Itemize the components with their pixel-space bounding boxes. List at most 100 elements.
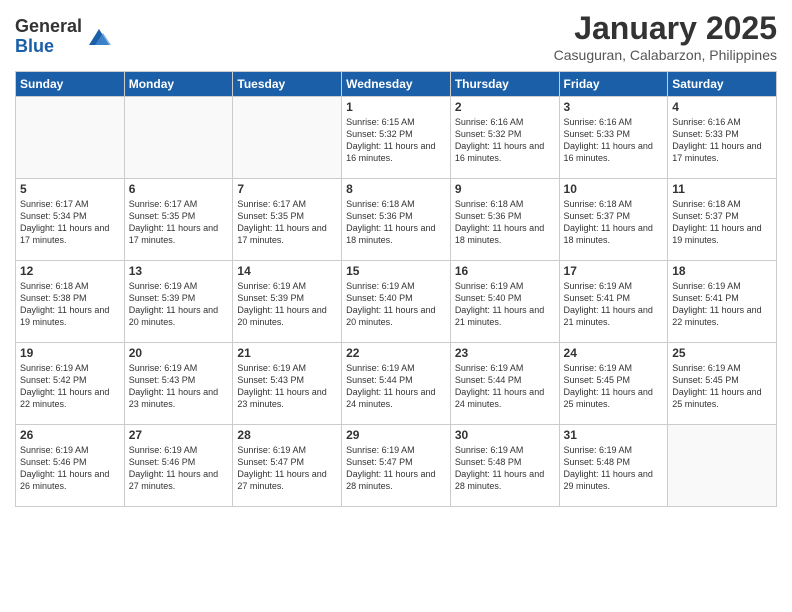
day-cell: 23Sunrise: 6:19 AMSunset: 5:44 PMDayligh… xyxy=(450,343,559,425)
month-title: January 2025 xyxy=(554,10,777,47)
day-number: 8 xyxy=(346,182,446,196)
day-info: Sunrise: 6:17 AMSunset: 5:35 PMDaylight:… xyxy=(237,198,337,247)
day-cell: 12Sunrise: 6:18 AMSunset: 5:38 PMDayligh… xyxy=(16,261,125,343)
day-info: Sunrise: 6:19 AMSunset: 5:41 PMDaylight:… xyxy=(672,280,772,329)
day-number: 14 xyxy=(237,264,337,278)
day-cell: 13 Sunrise: 6:19 AMSunset: 5:39 PMDayligh… xyxy=(124,261,233,343)
logo-text: General Blue xyxy=(15,17,82,57)
day-info: Sunrise: 6:19 AMSunset: 5:45 PMDaylight:… xyxy=(672,362,772,411)
day-cell: 20 Sunrise: 6:19 AMSunset: 5:43 PMDayligh… xyxy=(124,343,233,425)
day-number: 3 xyxy=(564,100,664,114)
week-row-4: 26Sunrise: 6:19 AMSunset: 5:46 PMDayligh… xyxy=(16,425,777,507)
day-cell: 15Sunrise: 6:19 AMSunset: 5:40 PMDayligh… xyxy=(342,261,451,343)
col-friday: Friday xyxy=(559,72,668,97)
day-number: 7 xyxy=(237,182,337,196)
day-info: Sunrise: 6:19 AMSunset: 5:47 PMDaylight:… xyxy=(237,444,337,493)
day-cell: 26Sunrise: 6:19 AMSunset: 5:46 PMDayligh… xyxy=(16,425,125,507)
day-info: Sunrise: 6:19 AMSunset: 5:48 PMDaylight:… xyxy=(564,444,664,493)
day-cell: 8 Sunrise: 6:18 AMSunset: 5:36 PMDaylight… xyxy=(342,179,451,261)
logo: General Blue xyxy=(15,17,113,57)
logo-blue: Blue xyxy=(15,37,82,57)
day-info: Sunrise: 6:16 AMSunset: 5:33 PMDaylight:… xyxy=(672,116,772,165)
day-cell: 21 Sunrise: 6:19 AMSunset: 5:43 PMDayligh… xyxy=(233,343,342,425)
location-subtitle: Casuguran, Calabarzon, Philippines xyxy=(554,47,777,63)
day-info: Sunrise: 6:19 AMSunset: 5:43 PMDaylight:… xyxy=(129,362,229,411)
day-info: Sunrise: 6:18 AMSunset: 5:37 PMDaylight:… xyxy=(564,198,664,247)
logo-general: General xyxy=(15,17,82,37)
calendar-header: Sunday Monday Tuesday Wednesday Thursday… xyxy=(16,72,777,97)
day-cell: 3 Sunrise: 6:16 AMSunset: 5:33 PMDaylight… xyxy=(559,97,668,179)
day-number: 6 xyxy=(129,182,229,196)
page: General Blue January 2025 Casuguran, Cal… xyxy=(0,0,792,612)
day-number: 24 xyxy=(564,346,664,360)
day-info: Sunrise: 6:19 AMSunset: 5:48 PMDaylight:… xyxy=(455,444,555,493)
day-cell: 31 Sunrise: 6:19 AMSunset: 5:48 PMDayligh… xyxy=(559,425,668,507)
day-number: 9 xyxy=(455,182,555,196)
day-info: Sunrise: 6:19 AMSunset: 5:47 PMDaylight:… xyxy=(346,444,446,493)
day-info: Sunrise: 6:19 AMSunset: 5:43 PMDaylight:… xyxy=(237,362,337,411)
day-info: Sunrise: 6:18 AMSunset: 5:37 PMDaylight:… xyxy=(672,198,772,247)
day-cell: 30 Sunrise: 6:19 AMSunset: 5:48 PMDayligh… xyxy=(450,425,559,507)
day-cell: 7 Sunrise: 6:17 AMSunset: 5:35 PMDaylight… xyxy=(233,179,342,261)
day-number: 18 xyxy=(672,264,772,278)
day-number: 30 xyxy=(455,428,555,442)
day-number: 25 xyxy=(672,346,772,360)
day-cell: 11 Sunrise: 6:18 AMSunset: 5:37 PMDayligh… xyxy=(668,179,777,261)
week-row-2: 12Sunrise: 6:18 AMSunset: 5:38 PMDayligh… xyxy=(16,261,777,343)
day-number: 10 xyxy=(564,182,664,196)
col-thursday: Thursday xyxy=(450,72,559,97)
day-cell: 27Sunrise: 6:19 AMSunset: 5:46 PMDayligh… xyxy=(124,425,233,507)
day-info: Sunrise: 6:15 AMSunset: 5:32 PMDaylight:… xyxy=(346,116,446,165)
day-number: 11 xyxy=(672,182,772,196)
day-info: Sunrise: 6:16 AMSunset: 5:33 PMDaylight:… xyxy=(564,116,664,165)
col-wednesday: Wednesday xyxy=(342,72,451,97)
day-info: Sunrise: 6:19 AMSunset: 5:44 PMDaylight:… xyxy=(346,362,446,411)
col-sunday: Sunday xyxy=(16,72,125,97)
day-info: Sunrise: 6:18 AMSunset: 5:36 PMDaylight:… xyxy=(346,198,446,247)
weekday-row: Sunday Monday Tuesday Wednesday Thursday… xyxy=(16,72,777,97)
day-info: Sunrise: 6:16 AMSunset: 5:32 PMDaylight:… xyxy=(455,116,555,165)
day-info: Sunrise: 6:17 AMSunset: 5:35 PMDaylight:… xyxy=(129,198,229,247)
day-cell: 5Sunrise: 6:17 AMSunset: 5:34 PMDaylight… xyxy=(16,179,125,261)
day-cell: 22 Sunrise: 6:19 AMSunset: 5:44 PMDayligh… xyxy=(342,343,451,425)
col-tuesday: Tuesday xyxy=(233,72,342,97)
day-cell: 14 Sunrise: 6:19 AMSunset: 5:39 PMDayligh… xyxy=(233,261,342,343)
day-number: 17 xyxy=(564,264,664,278)
title-block: January 2025 Casuguran, Calabarzon, Phil… xyxy=(554,10,777,63)
day-info: Sunrise: 6:19 AMSunset: 5:46 PMDaylight:… xyxy=(20,444,120,493)
day-number: 1 xyxy=(346,100,446,114)
day-info: Sunrise: 6:19 AMSunset: 5:45 PMDaylight:… xyxy=(564,362,664,411)
day-cell xyxy=(233,97,342,179)
day-cell: 28 Sunrise: 6:19 AMSunset: 5:47 PMDayligh… xyxy=(233,425,342,507)
day-number: 13 xyxy=(129,264,229,278)
col-monday: Monday xyxy=(124,72,233,97)
day-info: Sunrise: 6:18 AMSunset: 5:38 PMDaylight:… xyxy=(20,280,120,329)
day-info: Sunrise: 6:19 AMSunset: 5:40 PMDaylight:… xyxy=(455,280,555,329)
day-info: Sunrise: 6:19 AMSunset: 5:39 PMDaylight:… xyxy=(237,280,337,329)
day-cell: 29 Sunrise: 6:19 AMSunset: 5:47 PMDayligh… xyxy=(342,425,451,507)
day-number: 4 xyxy=(672,100,772,114)
week-row-1: 5Sunrise: 6:17 AMSunset: 5:34 PMDaylight… xyxy=(16,179,777,261)
day-info: Sunrise: 6:19 AMSunset: 5:39 PMDaylight:… xyxy=(129,280,229,329)
day-cell: 25 Sunrise: 6:19 AMSunset: 5:45 PMDayligh… xyxy=(668,343,777,425)
day-number: 16 xyxy=(455,264,555,278)
col-saturday: Saturday xyxy=(668,72,777,97)
calendar-table: Sunday Monday Tuesday Wednesday Thursday… xyxy=(15,71,777,507)
day-number: 28 xyxy=(237,428,337,442)
day-number: 20 xyxy=(129,346,229,360)
day-cell: 1 Sunrise: 6:15 AMSunset: 5:32 PMDaylight… xyxy=(342,97,451,179)
day-cell: 18 Sunrise: 6:19 AMSunset: 5:41 PMDayligh… xyxy=(668,261,777,343)
day-number: 22 xyxy=(346,346,446,360)
day-number: 15 xyxy=(346,264,446,278)
calendar-body: 1 Sunrise: 6:15 AMSunset: 5:32 PMDaylight… xyxy=(16,97,777,507)
day-cell: 6 Sunrise: 6:17 AMSunset: 5:35 PMDaylight… xyxy=(124,179,233,261)
day-number: 31 xyxy=(564,428,664,442)
day-number: 29 xyxy=(346,428,446,442)
day-cell: 16 Sunrise: 6:19 AMSunset: 5:40 PMDayligh… xyxy=(450,261,559,343)
day-cell xyxy=(16,97,125,179)
day-cell xyxy=(124,97,233,179)
day-cell xyxy=(668,425,777,507)
day-number: 21 xyxy=(237,346,337,360)
day-info: Sunrise: 6:19 AMSunset: 5:42 PMDaylight:… xyxy=(20,362,120,411)
day-cell: 24 Sunrise: 6:19 AMSunset: 5:45 PMDayligh… xyxy=(559,343,668,425)
